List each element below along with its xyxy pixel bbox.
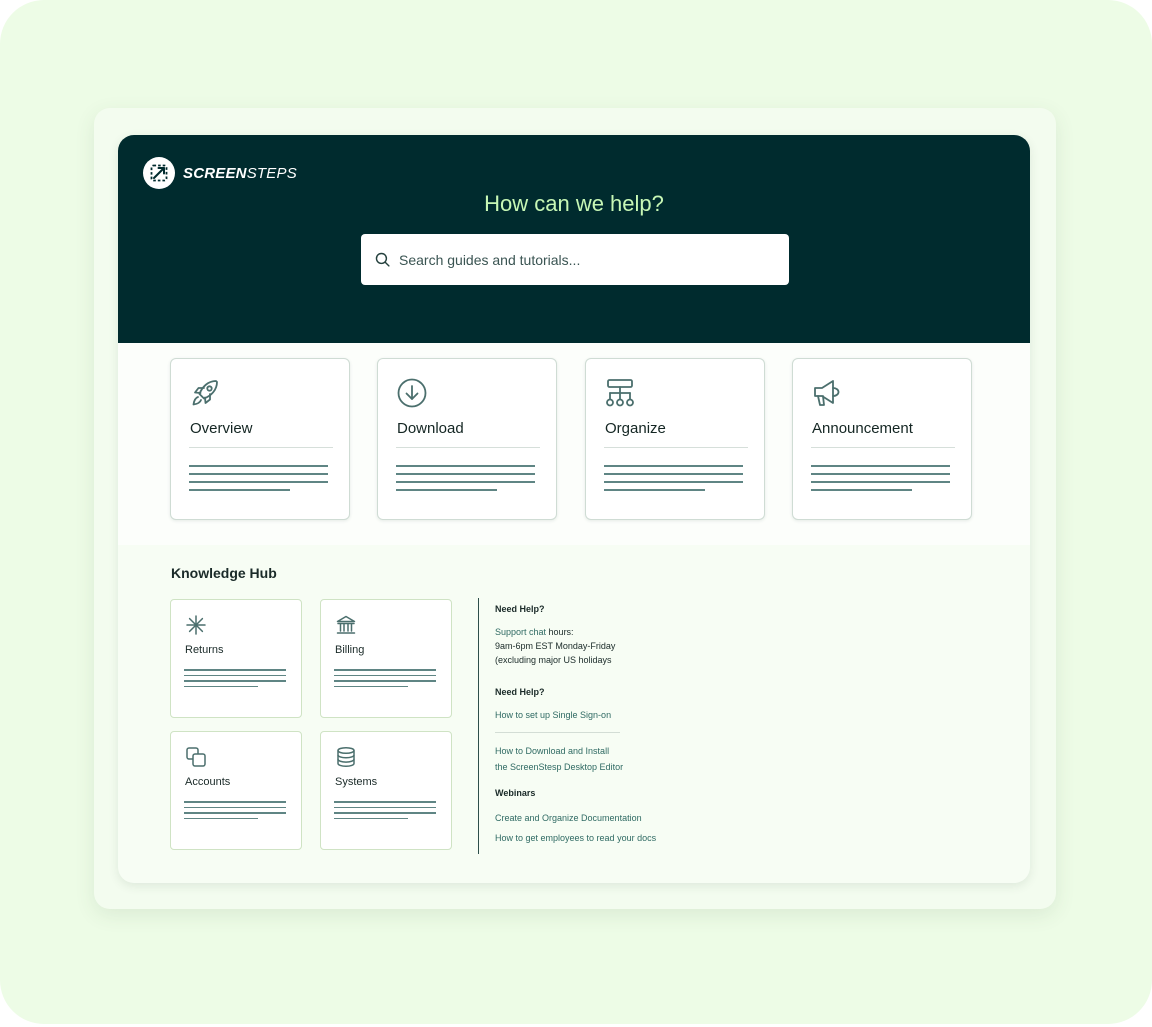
text-placeholder-lines bbox=[184, 801, 286, 823]
hero-banner: SCREENSTEPS How can we help? bbox=[118, 135, 1030, 343]
screensteps-logo-icon bbox=[143, 157, 175, 189]
hub-card-label: Systems bbox=[335, 776, 378, 788]
megaphone-icon bbox=[814, 380, 840, 406]
desktop-editor-guide-link[interactable]: How to Download and Install the ScreenSt… bbox=[495, 743, 623, 775]
category-card-organize[interactable]: Organize bbox=[585, 358, 765, 520]
hero-title: How can we help? bbox=[484, 191, 664, 216]
category-card-announcement[interactable]: Announcement bbox=[792, 358, 972, 520]
text-placeholder-lines bbox=[604, 465, 743, 497]
text-placeholder-lines bbox=[334, 669, 436, 691]
category-card-overview[interactable]: Overview bbox=[170, 358, 350, 520]
support-chat-link[interactable]: Support chat bbox=[495, 627, 546, 637]
text-placeholder-lines bbox=[811, 465, 950, 497]
divider bbox=[811, 447, 955, 448]
hub-card-label: Billing bbox=[335, 644, 365, 656]
search-input[interactable] bbox=[399, 251, 779, 268]
brand-logo-link[interactable]: SCREENSTEPS bbox=[143, 157, 297, 189]
knowledge-hub-title: Knowledge Hub bbox=[171, 565, 277, 581]
category-label: Announcement bbox=[812, 420, 913, 437]
hub-card-returns[interactable]: Returns bbox=[170, 599, 302, 718]
copy-icon bbox=[186, 747, 206, 767]
webinar-link[interactable]: Create and Organize Documentation bbox=[495, 813, 642, 823]
help-section-title: Need Help? bbox=[495, 604, 545, 614]
rocket-icon bbox=[192, 380, 218, 406]
hub-card-billing[interactable]: Billing bbox=[320, 599, 452, 718]
hub-card-label: Returns bbox=[185, 644, 224, 656]
database-icon bbox=[337, 746, 355, 768]
hub-card-systems[interactable]: Systems bbox=[320, 731, 452, 850]
text-placeholder-lines bbox=[334, 801, 436, 823]
divider bbox=[604, 447, 748, 448]
text-placeholder-lines bbox=[189, 465, 328, 497]
search-icon bbox=[375, 252, 390, 267]
category-label: Download bbox=[397, 420, 464, 437]
vertical-divider bbox=[478, 598, 479, 854]
hub-card-label: Accounts bbox=[185, 776, 231, 788]
asterisk-icon bbox=[186, 615, 206, 635]
hub-card-accounts[interactable]: Accounts bbox=[170, 731, 302, 850]
help-section-title: Need Help? bbox=[495, 687, 545, 697]
text-placeholder-lines bbox=[184, 669, 286, 691]
webinars-title: Webinars bbox=[495, 788, 536, 798]
sso-guide-link[interactable]: How to set up Single Sign-on bbox=[495, 710, 611, 720]
support-hours: Support chat hours: 9am-6pm EST Monday-F… bbox=[495, 627, 616, 665]
category-card-download[interactable]: Download bbox=[377, 358, 557, 520]
category-label: Overview bbox=[190, 420, 253, 437]
brand-name: SCREENSTEPS bbox=[183, 164, 297, 182]
divider bbox=[189, 447, 333, 448]
download-circle-icon bbox=[397, 378, 427, 408]
sitemap-icon bbox=[606, 379, 634, 407]
webinar-link[interactable]: How to get employees to read your docs bbox=[495, 833, 656, 843]
help-center-window: SCREENSTEPS How can we help? Overview bbox=[118, 135, 1030, 883]
category-label: Organize bbox=[605, 420, 666, 437]
divider bbox=[495, 732, 620, 733]
search-box[interactable] bbox=[361, 234, 789, 285]
divider bbox=[396, 447, 540, 448]
text-placeholder-lines bbox=[396, 465, 535, 497]
bank-icon bbox=[336, 615, 356, 634]
